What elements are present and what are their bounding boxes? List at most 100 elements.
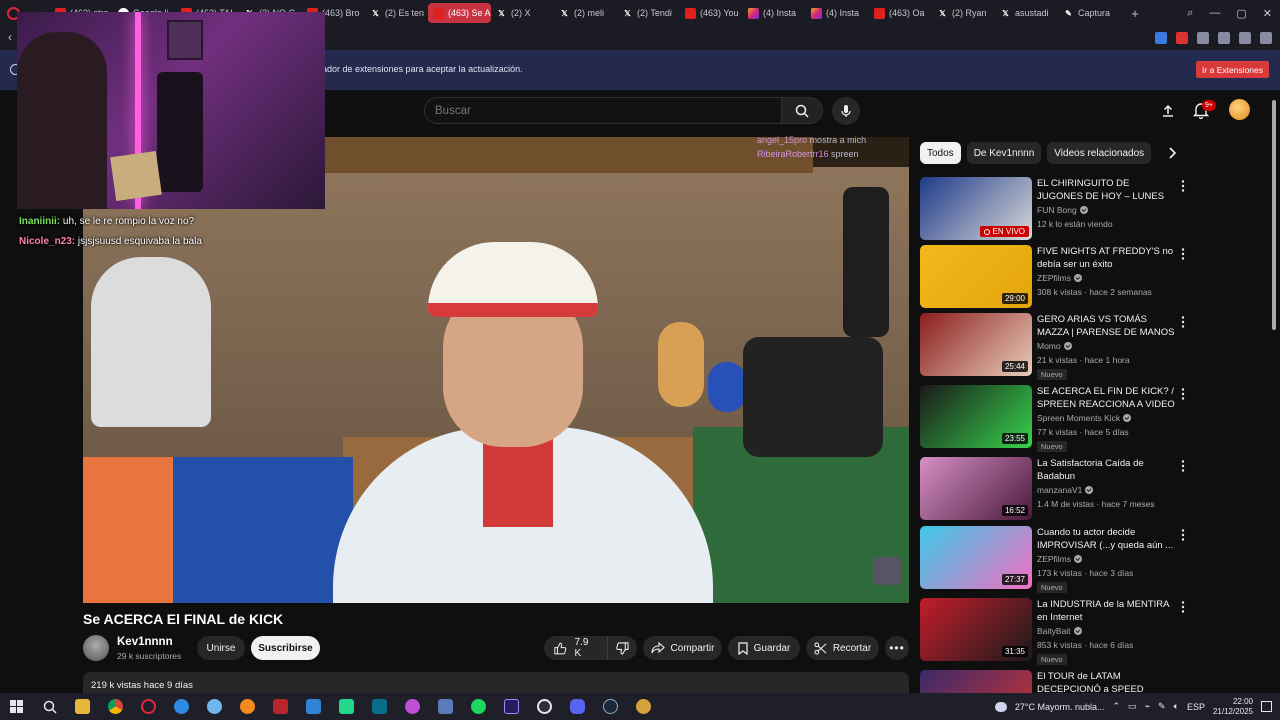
share-icon[interactable] xyxy=(1218,32,1230,44)
page-scrollbar[interactable] xyxy=(1272,100,1276,330)
photos-icon[interactable] xyxy=(297,693,330,720)
create-button[interactable] xyxy=(1159,102,1177,120)
channel-link[interactable]: Momo xyxy=(1037,341,1072,351)
recommended-video[interactable]: 25:44 GERO ARIAS VS TOMÁS MAZZA | PARENSE… xyxy=(920,313,1190,380)
video-thumbnail[interactable]: 23:55 xyxy=(920,385,1032,448)
windows-start-icon[interactable] xyxy=(0,693,33,720)
spotify-icon[interactable] xyxy=(462,693,495,720)
menu-icon[interactable] xyxy=(1260,32,1272,44)
network-icon[interactable]: ⌁ xyxy=(1145,701,1150,712)
recommended-video[interactable]: 23:55 SE ACERCA EL FIN DE KICK? / SPREEN … xyxy=(920,385,1190,452)
opera-icon[interactable] xyxy=(132,693,165,720)
channel-avatar[interactable] xyxy=(83,635,109,661)
search-tabs-icon[interactable]: ⌕ xyxy=(1187,7,1193,20)
channel-link[interactable]: FUN Bong xyxy=(1037,205,1088,215)
chip-all[interactable]: Todos xyxy=(920,142,961,164)
new-tab-button[interactable]: + xyxy=(1125,3,1145,23)
browser-tab[interactable]: (4) Insta xyxy=(743,3,806,23)
clock[interactable]: 22:00 21/12/2025 xyxy=(1213,697,1253,717)
video-title-link[interactable]: FIVE NIGHTS AT FREDDY'S no debía ser un … xyxy=(1037,245,1175,271)
tray-chevron-icon[interactable]: ⌃ xyxy=(1113,701,1121,712)
more-vertical-icon[interactable] xyxy=(1178,247,1188,261)
recommended-video[interactable]: 16:52 La Satisfactoria Caída de Badabun ma… xyxy=(920,457,1190,521)
back-icon[interactable]: ‹ xyxy=(8,30,12,44)
browser-tab[interactable]: (463) Se ACE xyxy=(428,3,491,23)
chevron-right-icon[interactable] xyxy=(1165,146,1179,160)
chip-related[interactable]: Videos relacionados xyxy=(1047,142,1152,164)
channel-link[interactable]: Spreen Moments Kick xyxy=(1037,413,1132,423)
firefox-icon[interactable] xyxy=(231,693,264,720)
video-thumbnail[interactable]: 29:00 xyxy=(920,245,1032,308)
browser-tab[interactable]: 𝕏 (2) Ryan xyxy=(932,3,995,23)
minimize-icon[interactable]: — xyxy=(1209,7,1220,19)
channel-link[interactable]: ZEPfilms xyxy=(1037,554,1082,564)
extension-red-icon[interactable] xyxy=(1176,32,1188,44)
capture-tool-icon[interactable] xyxy=(429,693,462,720)
file-explorer-icon[interactable] xyxy=(66,693,99,720)
video-thumbnail[interactable]: 25:44 xyxy=(920,313,1032,376)
discord-icon[interactable] xyxy=(561,693,594,720)
obs-icon[interactable] xyxy=(528,693,561,720)
channel-link[interactable]: manzanaV1 xyxy=(1037,485,1094,495)
recommended-video[interactable]: EN VIVO EL CHIRINGUITO DE JUGONES DE HOY … xyxy=(920,177,1190,241)
share-button[interactable]: Compartir xyxy=(643,636,722,660)
video-editor-icon[interactable] xyxy=(264,693,297,720)
chip-from-channel[interactable]: De Kev1nnnn xyxy=(966,142,1042,164)
recommended-video[interactable]: 31:35 La INDUSTRIA de la MENTIRA en Inter… xyxy=(920,598,1190,665)
paint-icon[interactable] xyxy=(396,693,429,720)
download-icon[interactable] xyxy=(1239,32,1251,44)
subscribe-button[interactable]: Suscribirse xyxy=(251,636,320,660)
pycharm-icon[interactable] xyxy=(330,693,363,720)
recommended-video[interactable]: 27:37 Cuando tu actor decide IMPROVISAR (… xyxy=(920,526,1190,593)
clip-button[interactable]: Recortar xyxy=(806,636,879,660)
video-thumbnail[interactable]: 27:37 xyxy=(920,526,1032,589)
more-actions-button[interactable]: ••• xyxy=(885,636,909,660)
more-vertical-icon[interactable] xyxy=(1178,315,1188,329)
browser-tab[interactable]: 𝕏 (2) X xyxy=(491,3,554,23)
more-vertical-icon[interactable] xyxy=(1178,179,1188,193)
pen-icon[interactable]: ✎ xyxy=(1158,701,1166,712)
browser-tab[interactable]: (463) You xyxy=(680,3,743,23)
browser-tab[interactable]: ✎ Captura xyxy=(1058,3,1121,23)
tray-app-icon[interactable]: ▭ xyxy=(1128,701,1137,712)
video-thumbnail[interactable]: 16:52 xyxy=(920,457,1032,520)
edge-icon[interactable] xyxy=(165,693,198,720)
video-title-link[interactable]: Cuando tu actor decide IMPROVISAR (...y … xyxy=(1037,526,1175,552)
video-title-link[interactable]: La Satisfactoria Caída de Badabun xyxy=(1037,457,1175,483)
video-title-link[interactable]: La INDUSTRIA de la MENTIRA en Internet xyxy=(1037,598,1175,624)
video-title-link[interactable]: EL CHIRINGUITO DE JUGONES DE HOY – LUNES… xyxy=(1037,177,1175,204)
more-vertical-icon[interactable] xyxy=(1178,459,1188,473)
arc-icon[interactable] xyxy=(198,693,231,720)
browser-tab[interactable]: 𝕏 (2) Tendi xyxy=(617,3,680,23)
join-button[interactable]: Unirse xyxy=(197,636,245,660)
go-to-extensions-button[interactable]: Ir a Extensiones xyxy=(1196,61,1269,78)
translate-icon[interactable] xyxy=(1155,32,1167,44)
save-button[interactable]: Guardar xyxy=(728,636,800,660)
browser-tab[interactable]: 𝕏asustadi xyxy=(995,3,1058,23)
more-vertical-icon[interactable] xyxy=(1178,528,1188,542)
vegas-icon[interactable] xyxy=(363,693,396,720)
video-thumbnail[interactable]: EN VIVO xyxy=(920,177,1032,240)
browser-tab[interactable]: 𝕏 (2) Es ten xyxy=(365,3,428,23)
search-input[interactable] xyxy=(435,104,781,117)
chrome-icon[interactable] xyxy=(99,693,132,720)
recommended-video[interactable]: 29:00 FIVE NIGHTS AT FREDDY'S no debía se… xyxy=(920,245,1190,309)
extension-icon[interactable] xyxy=(1197,32,1209,44)
channel-link[interactable]: BaityBait xyxy=(1037,626,1082,636)
notification-center-icon[interactable] xyxy=(1261,701,1272,712)
channel-name[interactable]: Kev1nnnn xyxy=(117,636,173,648)
account-avatar[interactable] xyxy=(1229,99,1250,120)
more-vertical-icon[interactable] xyxy=(1178,600,1188,614)
language-indicator[interactable]: ESP xyxy=(1187,702,1205,712)
like-button[interactable]: 7.9 K xyxy=(544,636,608,660)
browser-tab[interactable]: (4) Insta xyxy=(806,3,869,23)
voice-search-button[interactable] xyxy=(832,97,860,125)
taskbar-search-icon[interactable] xyxy=(33,693,66,720)
steam-icon[interactable] xyxy=(594,693,627,720)
more-vertical-icon[interactable] xyxy=(1178,387,1188,401)
game-launcher-icon[interactable] xyxy=(627,693,660,720)
after-effects-icon[interactable] xyxy=(495,693,528,720)
browser-tab[interactable]: (463) Oa xyxy=(869,3,932,23)
dislike-button[interactable] xyxy=(608,636,637,660)
close-icon[interactable]: ✕ xyxy=(1263,7,1272,20)
